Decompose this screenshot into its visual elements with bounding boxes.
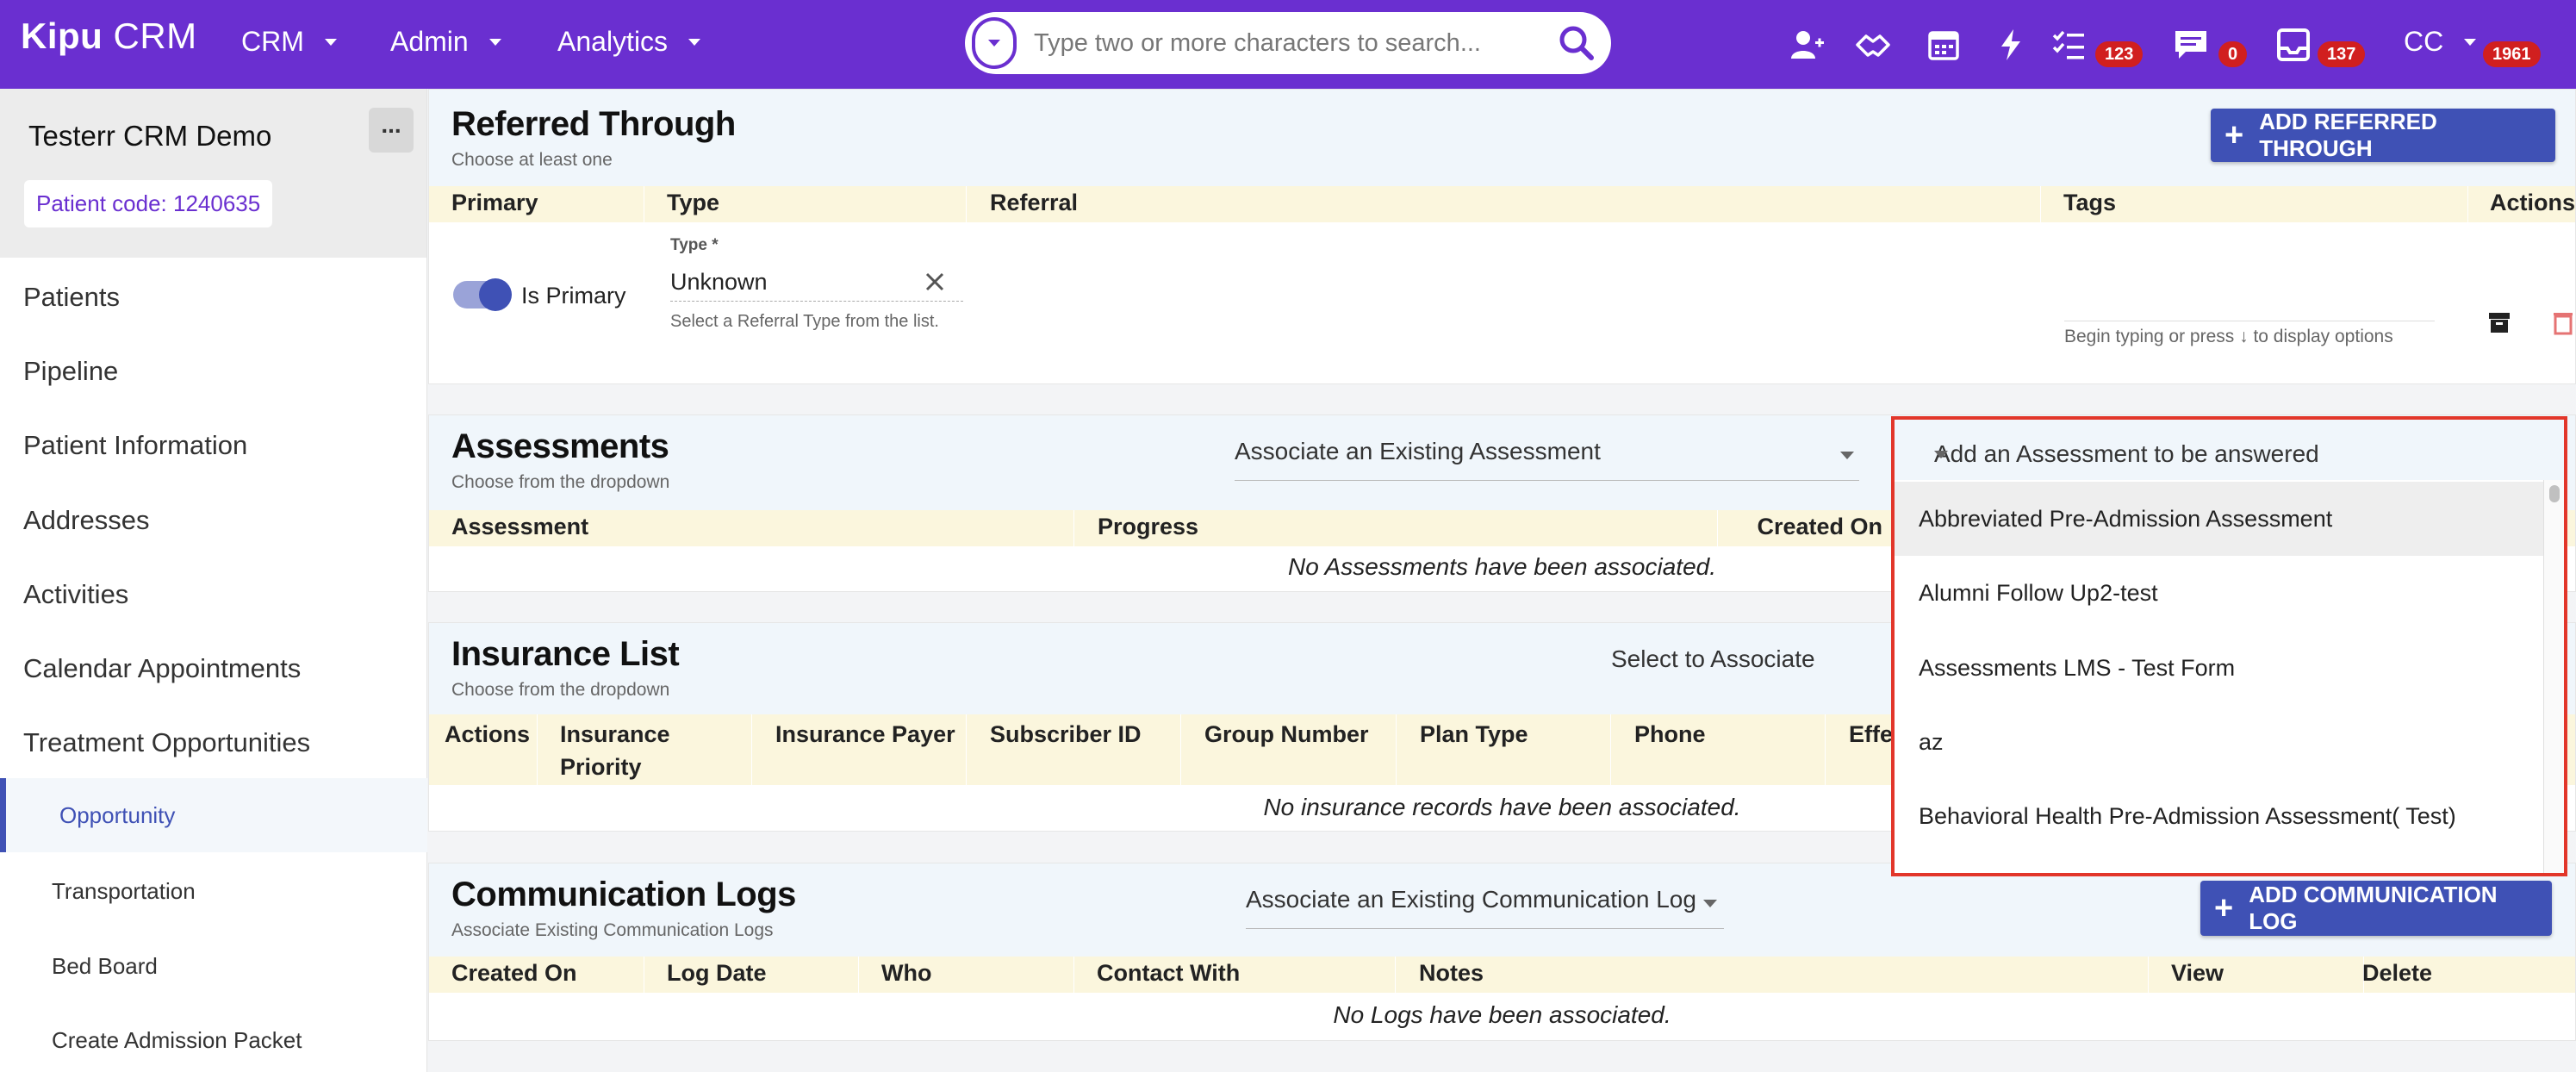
sidebar-subitem-transportation[interactable]: Transportation (52, 878, 196, 905)
sidebar: Testerr CRM Demo ... Patient code: 12406… (0, 89, 427, 1072)
inbox-icon[interactable] (2274, 26, 2312, 64)
type-field[interactable]: Unknown (670, 262, 963, 302)
add-assessment-select[interactable]: Add an Assessment to be answered (1895, 420, 2564, 480)
top-navbar: Kipu CRM CRM Admin Analytics 123 0 (0, 0, 2576, 89)
handshake-icon[interactable] (1854, 26, 1892, 64)
section-title: Assessments (451, 427, 669, 465)
chevron-down-icon (688, 38, 701, 46)
sidebar-item-treatment-opportunities[interactable]: Treatment Opportunities (23, 727, 310, 758)
section-subtitle: Choose from the dropdown (451, 680, 670, 700)
delete-icon[interactable] (2550, 309, 2576, 335)
sidebar-patient-header: Testerr CRM Demo ... Patient code: 12406… (0, 89, 426, 258)
chevron-down-icon (324, 38, 337, 46)
nav-analytics-menu[interactable]: Analytics (557, 26, 701, 58)
calendar-icon[interactable] (1925, 26, 1963, 64)
tags-input[interactable]: Begin typing or press ↓ to display optio… (2064, 321, 2435, 346)
referred-through-section: Referred Through Choose at least one + AD… (428, 89, 2576, 384)
communication-logs-section: Communication Logs Associate Existing Co… (428, 863, 2576, 1041)
patient-name: Testerr CRM Demo (28, 120, 272, 152)
type-value: Unknown (670, 269, 768, 295)
add-communication-log-button[interactable]: + ADD COMMUNICATION LOG (2200, 881, 2552, 936)
add-assessment-dropdown: Add an Assessment to be answered Abbrevi… (1891, 416, 2567, 876)
chevron-down-icon (2464, 38, 2477, 46)
table-header: Primary Type Referral Tags Actions (429, 186, 2575, 222)
section-title: Insurance List (451, 635, 680, 673)
table-header: Created On Log Date Who Contact With Not… (429, 957, 2575, 993)
global-search (965, 12, 1611, 74)
chevron-down-icon (1840, 452, 1854, 459)
add-user-icon[interactable] (1788, 26, 1826, 64)
plus-icon: + (2214, 890, 2234, 926)
sidebar-subitem-create-admission-packet[interactable]: Create Admission Packet (52, 1027, 302, 1054)
nav-crm-menu[interactable]: CRM (241, 26, 337, 58)
communication-logs-empty-message: No Logs have been associated. (1333, 1001, 1671, 1028)
clear-icon[interactable] (924, 271, 946, 293)
dropdown-option[interactable]: Abbreviated Pre-Admission Assessment (1895, 482, 2543, 556)
messages-count-badge: 0 (2218, 41, 2248, 67)
dropdown-option[interactable]: az (1895, 705, 2543, 779)
plus-icon: + (2224, 117, 2244, 153)
chevron-down-icon (1703, 900, 1717, 907)
patient-code: Patient code: 1240635 (24, 180, 273, 227)
lightning-icon[interactable] (1992, 26, 2030, 64)
associate-existing-communication-log-select[interactable]: Associate an Existing Communication Log (1246, 886, 1724, 929)
section-title: Communication Logs (451, 876, 796, 913)
scrollbar-thumb[interactable] (2549, 485, 2560, 502)
dropdown-scrollbar[interactable] (2543, 480, 2564, 873)
kipu-crm-logo[interactable]: Kipu CRM (21, 16, 197, 57)
search-input[interactable] (1034, 28, 1552, 58)
sidebar-item-calendar-appointments[interactable]: Calendar Appointments (23, 653, 301, 684)
type-helper-text: Select a Referral Type from the list. (670, 312, 939, 331)
sidebar-item-addresses[interactable]: Addresses (23, 505, 149, 536)
search-scope-dropdown[interactable] (972, 17, 1017, 69)
messages-icon[interactable] (2172, 26, 2210, 64)
inbox-count-badge: 137 (2318, 41, 2366, 67)
dropdown-option[interactable]: Alumni Follow Up2-test (1895, 556, 2543, 630)
archive-icon[interactable] (2486, 309, 2512, 335)
user-menu[interactable]: CC (2404, 26, 2477, 58)
dropdown-option[interactable]: Behavioral Health Pre-Admission Assessme… (1895, 779, 2543, 853)
type-field-label: Type * (670, 236, 719, 254)
user-notifications-badge: 1961 (2483, 41, 2541, 67)
sidebar-item-patients[interactable]: Patients (23, 282, 120, 313)
insurance-associate-select[interactable]: Select to Associate (1611, 645, 1870, 689)
search-icon[interactable] (1552, 19, 1601, 67)
sidebar-subitem-opportunity[interactable]: Opportunity (0, 778, 427, 852)
add-referred-through-button[interactable]: + ADD REFERRED THROUGH (2211, 109, 2555, 162)
chevron-down-icon (1934, 451, 1948, 458)
checklist-icon[interactable] (2050, 26, 2088, 64)
nav-admin-menu[interactable]: Admin (390, 26, 501, 58)
section-subtitle: Choose at least one (451, 150, 613, 170)
is-primary-toggle[interactable] (453, 278, 512, 311)
section-title: Referred Through (451, 105, 736, 143)
associate-existing-assessment-select[interactable]: Associate an Existing Assessment (1235, 438, 1859, 481)
tasks-count-badge: 123 (2095, 41, 2144, 67)
section-subtitle: Associate Existing Communication Logs (451, 920, 774, 940)
more-options-button[interactable]: ... (369, 108, 414, 153)
dropdown-option[interactable]: Assessments LMS - Test Form (1895, 631, 2543, 705)
chevron-down-icon (488, 38, 501, 46)
sidebar-item-pipeline[interactable]: Pipeline (23, 356, 118, 387)
is-primary-label: Is Primary (521, 283, 626, 309)
sidebar-item-activities[interactable]: Activities (23, 579, 128, 610)
section-subtitle: Choose from the dropdown (451, 472, 670, 492)
sidebar-item-patient-information[interactable]: Patient Information (23, 430, 247, 461)
sidebar-subitem-bed-board[interactable]: Bed Board (52, 953, 158, 980)
chevron-down-icon (988, 40, 1000, 47)
